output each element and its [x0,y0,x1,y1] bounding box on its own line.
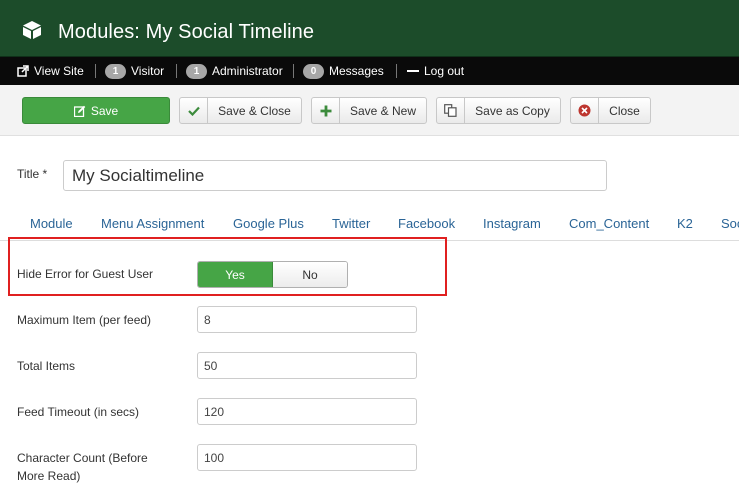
hide-error-label: Hide Error for Guest User [17,267,154,281]
tab-social[interactable]: Soc [721,216,739,231]
max-item-label: Maximum Item (per feed) [17,313,152,327]
tab-facebook[interactable]: Facebook [398,216,455,231]
yes-option[interactable]: Yes [198,262,273,287]
close-label: Close [609,103,640,118]
minus-icon [407,70,419,72]
divider [176,64,177,78]
char-count-input[interactable] [197,444,417,471]
toolbar: Save Save & Close Save & New Save as Cop… [0,85,739,136]
copy-icon [437,98,465,123]
no-option[interactable]: No [273,262,347,287]
app-header: Modules: My Social Timeline [0,0,739,57]
save-close-button[interactable]: Save & Close [179,97,302,124]
tab-twitter[interactable]: Twitter [332,216,370,231]
tab-menu-assignment[interactable]: Menu Assignment [101,216,204,231]
admin-count-badge: 1 [186,63,207,79]
visitor-label: Visitor [131,64,165,78]
tab-module[interactable]: Module [30,216,73,231]
messages-count-badge: 0 [303,63,324,79]
char-count-label-line2: More Read) [17,469,81,483]
feed-timeout-label: Feed Timeout (in secs) [17,405,140,419]
divider [293,64,294,78]
save-label: Save [90,103,119,118]
save-button[interactable]: Save [22,97,170,124]
plus-icon [312,98,340,123]
char-count-label-line1: Character Count (Before [17,451,148,465]
max-item-input[interactable] [197,306,417,333]
visitor-link[interactable]: 1 Visitor [105,57,164,85]
tab-instagram[interactable]: Instagram [483,216,541,231]
save-close-label: Save & Close [218,103,291,118]
external-link-icon [17,65,29,77]
hide-error-toggle: Yes No [197,261,348,288]
divider [95,64,96,78]
check-icon [180,98,208,123]
total-items-input[interactable] [197,352,417,379]
tab-com-content[interactable]: Com_Content [569,216,649,231]
feed-timeout-input[interactable] [197,398,417,425]
logout-label: Log out [424,64,465,78]
messages-label: Messages [329,64,384,78]
view-site-label: View Site [34,64,84,78]
title-label: Title * [17,167,48,181]
visitor-count-badge: 1 [105,63,126,79]
view-site-link[interactable]: View Site [17,57,84,85]
save-as-copy-label: Save as Copy [475,103,550,118]
tab-k2[interactable]: K2 [677,216,693,231]
administrator-label: Administrator [212,64,283,78]
status-bar: View Site 1 Visitor 1 Administrator 0 Me… [0,57,739,85]
close-icon [571,98,599,123]
char-count-label: Character Count (Before More Read) [17,449,148,485]
page-title: Modules: My Social Timeline [58,21,315,43]
close-button[interactable]: Close [570,97,651,124]
save-as-copy-button[interactable]: Save as Copy [436,97,561,124]
administrator-link[interactable]: 1 Administrator [186,57,283,85]
save-new-button[interactable]: Save & New [311,97,427,124]
messages-link[interactable]: 0 Messages [303,57,384,85]
total-items-label: Total Items [17,359,76,373]
divider [396,64,397,78]
tab-bar: Module Menu Assignment Google Plus Twitt… [0,207,739,241]
tab-google-plus[interactable]: Google Plus [233,216,304,231]
logout-link[interactable]: Log out [407,57,464,85]
title-input[interactable] [63,160,607,191]
edit-icon [73,98,86,123]
save-new-label: Save & New [349,103,417,118]
cube-icon [23,21,41,39]
